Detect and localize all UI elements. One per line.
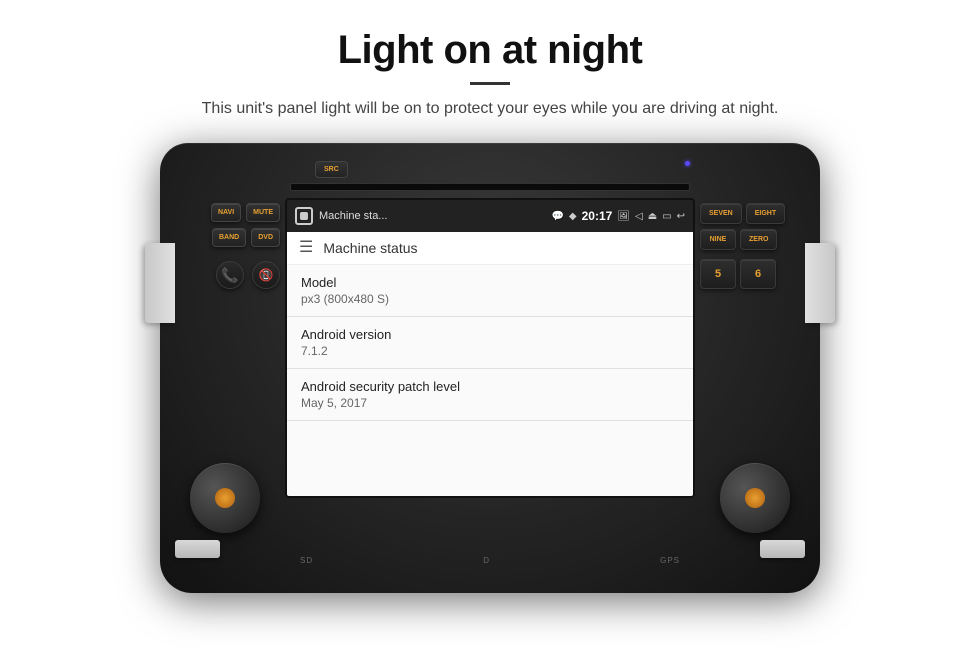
navi-button[interactable]: NAVI bbox=[211, 203, 241, 222]
statusbar-icons: 💬 ◆ 20:17 🖼 ◁ ⏏ ▭ ↩ bbox=[551, 209, 685, 223]
btn-row-calls: 📞 📵 bbox=[180, 261, 280, 289]
page-subtitle: This unit's panel light will be on to pr… bbox=[60, 97, 920, 121]
call-end-icon: 📵 bbox=[259, 268, 274, 282]
bottom-panel: SD D GPS bbox=[300, 548, 680, 573]
toolbar-title: Machine status bbox=[323, 240, 417, 256]
screen-area: Machine sta... 💬 ◆ 20:17 🖼 ◁ ⏏ ▭ ↩ ☰ Mac… bbox=[285, 198, 695, 498]
info-security-patch: Android security patch level May 5, 2017 bbox=[287, 369, 693, 421]
right-btn-row-2: NINE ZERO bbox=[700, 229, 777, 250]
eject-icon: ⏏ bbox=[648, 211, 657, 222]
chat-icon: 💬 bbox=[551, 211, 563, 222]
sd-label: SD bbox=[300, 556, 313, 565]
right-knob-center bbox=[745, 488, 765, 508]
mute-button[interactable]: MUTE bbox=[246, 203, 280, 222]
call-accept-button[interactable]: 📞 bbox=[216, 261, 244, 289]
left-knob-center bbox=[215, 488, 235, 508]
cd-slot bbox=[290, 183, 690, 191]
side-piece-right bbox=[805, 243, 835, 323]
nine-button[interactable]: NINE bbox=[700, 229, 736, 250]
left-knob[interactable] bbox=[190, 463, 260, 533]
page-title: Light on at night bbox=[60, 28, 920, 72]
image-icon: 🖼 bbox=[617, 211, 630, 222]
car-unit: SRC Machine sta... 💬 ◆ 20:17 🖼 ◁ ⏏ ▭ ↩ bbox=[160, 143, 820, 593]
eight-button[interactable]: EIGHT bbox=[746, 203, 785, 224]
security-patch-label: Android security patch level bbox=[301, 379, 679, 394]
title-divider bbox=[470, 82, 510, 85]
side-piece-left bbox=[145, 243, 175, 323]
page-header: Light on at night This unit's panel ligh… bbox=[0, 0, 980, 133]
d-label: D bbox=[483, 556, 490, 565]
indicator-light bbox=[685, 161, 690, 166]
info-model: Model px3 (800x480 S) bbox=[287, 265, 693, 317]
dvd-button[interactable]: DVD bbox=[251, 228, 280, 247]
call-end-button[interactable]: 📵 bbox=[252, 261, 280, 289]
back-icon: ↩ bbox=[677, 211, 685, 222]
btn-row-navi-mute: NAVI MUTE bbox=[180, 203, 280, 222]
screen-icon: ▭ bbox=[662, 211, 671, 222]
statusbar-title: Machine sta... bbox=[319, 210, 545, 222]
model-label: Model bbox=[301, 275, 679, 290]
right-btn-row-3: 5 6 bbox=[700, 259, 776, 289]
info-android-version: Android version 7.1.2 bbox=[287, 317, 693, 369]
model-value: px3 (800x480 S) bbox=[301, 292, 679, 306]
foot-left bbox=[175, 540, 220, 558]
statusbar-time: 20:17 bbox=[582, 209, 613, 223]
call-accept-icon: 📞 bbox=[221, 267, 238, 284]
seven-button[interactable]: SEVEN bbox=[700, 203, 742, 224]
android-statusbar: Machine sta... 💬 ◆ 20:17 🖼 ◁ ⏏ ▭ ↩ bbox=[287, 200, 693, 232]
home-icon[interactable] bbox=[295, 207, 313, 225]
right-panel: SEVEN EIGHT NINE ZERO 5 6 bbox=[700, 203, 800, 289]
location-icon: ◆ bbox=[569, 211, 577, 222]
left-panel: NAVI MUTE BAND DVD 📞 📵 bbox=[180, 203, 280, 289]
band-button[interactable]: BAND bbox=[212, 228, 246, 247]
right-knob[interactable] bbox=[720, 463, 790, 533]
security-patch-value: May 5, 2017 bbox=[301, 396, 679, 410]
gps-label: GPS bbox=[660, 556, 680, 565]
src-button[interactable]: SRC bbox=[315, 161, 348, 178]
app-toolbar: ☰ Machine status bbox=[287, 232, 693, 265]
right-btn-row-1: SEVEN EIGHT bbox=[700, 203, 785, 224]
zero-button[interactable]: ZERO bbox=[740, 229, 777, 250]
menu-icon[interactable]: ☰ bbox=[299, 240, 313, 256]
android-version-label: Android version bbox=[301, 327, 679, 342]
volume-icon: ◁ bbox=[635, 211, 643, 222]
six-button[interactable]: 6 bbox=[740, 259, 776, 289]
five-button[interactable]: 5 bbox=[700, 259, 736, 289]
btn-row-band-dvd: BAND DVD bbox=[180, 228, 280, 247]
android-version-value: 7.1.2 bbox=[301, 344, 679, 358]
device-wrapper: SRC Machine sta... 💬 ◆ 20:17 🖼 ◁ ⏏ ▭ ↩ bbox=[160, 143, 820, 593]
foot-right bbox=[760, 540, 805, 558]
app-content: ☰ Machine status Model px3 (800x480 S) A… bbox=[287, 232, 693, 496]
